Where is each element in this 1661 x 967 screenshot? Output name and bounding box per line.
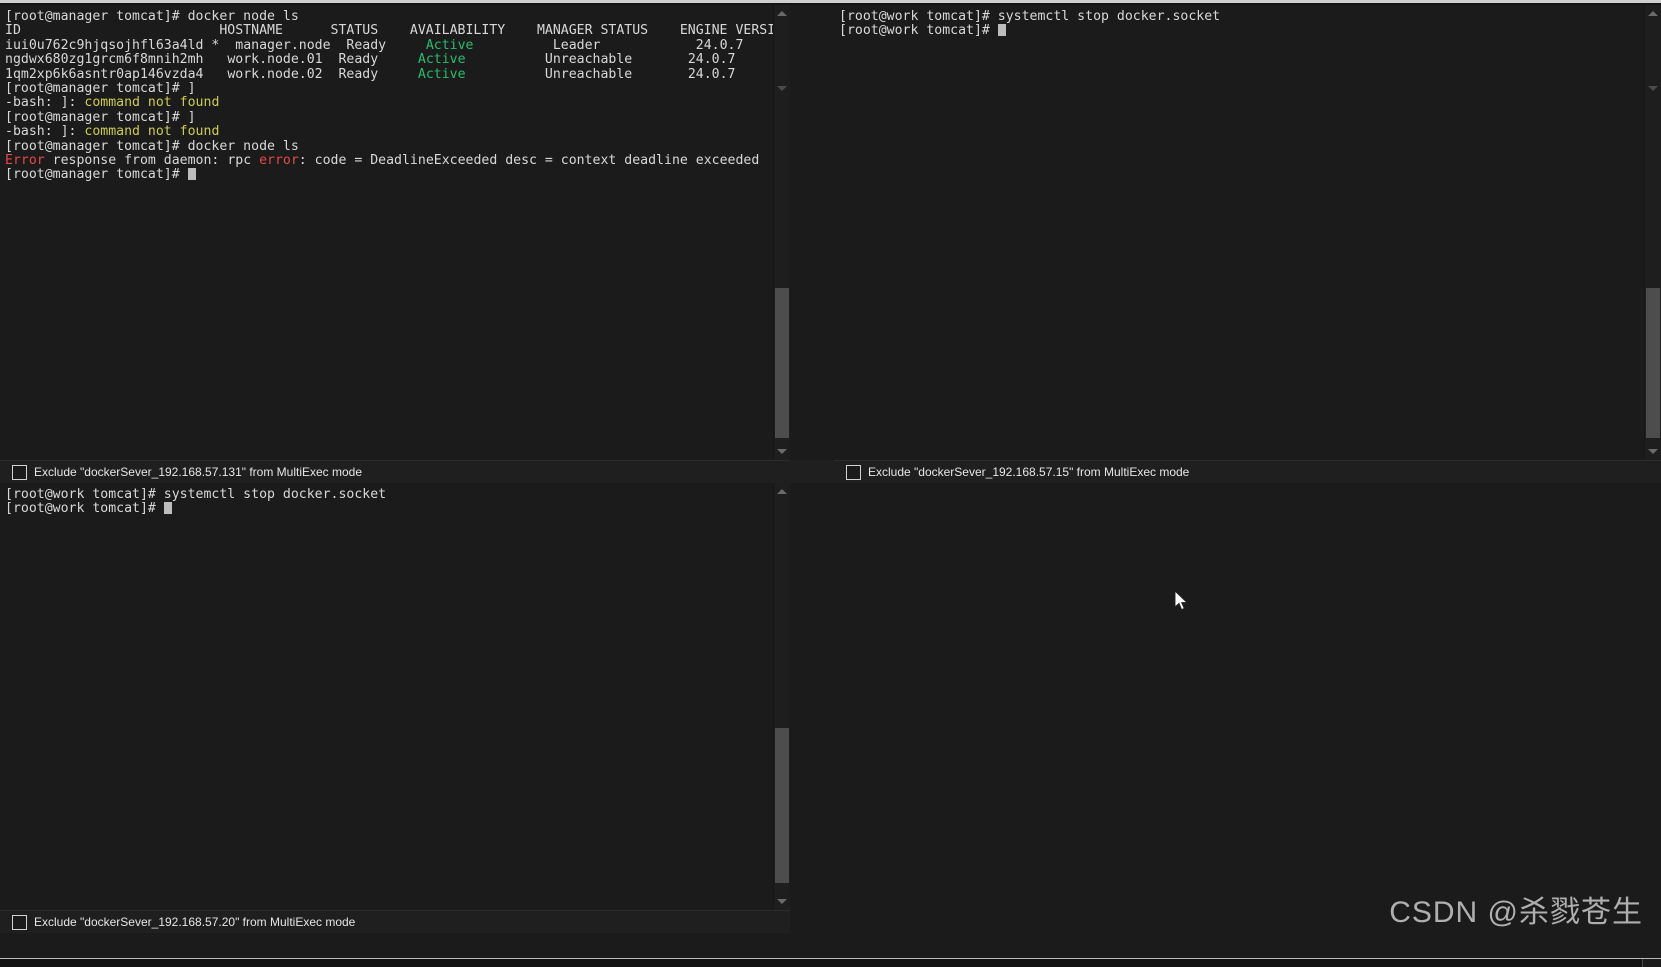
scroll-down-arrow-icon[interactable] bbox=[1645, 443, 1661, 460]
terminal-text: [root@work tomcat]# bbox=[839, 23, 998, 39]
scroll-down-arrow-icon[interactable] bbox=[774, 443, 790, 460]
terminal-line: -bash: ]: command not found bbox=[5, 96, 773, 110]
exclude-label: Exclude "dockerSever_192.168.57.15" from… bbox=[868, 465, 1190, 479]
terminal-line: ID HOSTNAME STATUS AVAILABILITY MANAGER … bbox=[5, 24, 773, 38]
csdn-watermark: CSDN @杀戮苍生 bbox=[1389, 896, 1643, 929]
terminal-line: ngdwx680zg1grcm6f8mnih2mh work.node.01 R… bbox=[5, 52, 773, 68]
terminal-multiplexer-window: [root@manager tomcat]# docker node ls ID … bbox=[0, 0, 1661, 967]
terminal-output-bottom-left[interactable]: [root@work tomcat]# systemctl stop docke… bbox=[0, 483, 773, 910]
terminal-line: [root@work tomcat]# systemctl stop docke… bbox=[839, 9, 1644, 24]
terminal-text: work.node.02 Ready bbox=[219, 66, 418, 82]
terminal-cursor bbox=[997, 24, 1006, 37]
terminal-output-top-left[interactable]: [root@manager tomcat]# docker node ls ID … bbox=[0, 5, 773, 460]
terminal-line: [root@work tomcat]# bbox=[5, 502, 773, 516]
terminal-text: ID HOSTNAME STATUS AVAILABILITY MANAGER … bbox=[5, 23, 773, 39]
terminal-line: [root@manager tomcat]# ] bbox=[5, 109, 773, 125]
terminal-text: 1qm2xp6k6asntr0ap146vzda4 bbox=[5, 66, 220, 82]
terminal-text: work.node.01 Ready bbox=[219, 52, 418, 68]
terminal-line: [root@manager tomcat]# ] bbox=[5, 80, 773, 96]
exclude-multiexec-row-bottom-left[interactable]: Exclude "dockerSever_192.168.57.20" from… bbox=[0, 910, 790, 933]
terminal-text: [root@manager tomcat]# docker node ls bbox=[5, 138, 299, 154]
terminal-line: [root@manager tomcat]# bbox=[5, 168, 773, 182]
exclude-bar-gap bbox=[790, 460, 834, 483]
terminal-text: [root@manager tomcat]# ] bbox=[5, 109, 196, 125]
scrollbar-thumb[interactable] bbox=[775, 728, 789, 883]
scroll-up-arrow-icon[interactable] bbox=[774, 483, 790, 500]
scrollbar-bottom-left[interactable] bbox=[773, 483, 790, 910]
terminal-text: -bash: ]: bbox=[5, 95, 85, 111]
terminal-line: [root@manager tomcat]# docker node ls bbox=[5, 138, 773, 154]
scroll-down-arrow-icon[interactable] bbox=[774, 893, 790, 910]
terminal-text: Unreachable 24.0.7 bbox=[465, 66, 736, 82]
scrollbar-top-right[interactable] bbox=[1644, 5, 1661, 460]
terminal-text: manager.node Ready bbox=[219, 37, 426, 53]
terminal-line: [root@work tomcat]# bbox=[839, 24, 1644, 38]
terminal-line: [root@work tomcat]# systemctl stop docke… bbox=[5, 487, 773, 502]
pane-top-right: [root@work tomcat]# systemctl stop docke… bbox=[834, 5, 1661, 460]
exclude-label: Exclude "dockerSever_192.168.57.20" from… bbox=[34, 915, 356, 929]
terminal-line: 1qm2xp6k6asntr0ap146vzda4 work.node.02 R… bbox=[5, 66, 773, 82]
window-bottom-strip bbox=[0, 958, 1661, 967]
pane-bottom-left: [root@work tomcat]# systemctl stop docke… bbox=[0, 483, 790, 910]
window-bottom-strip-corner bbox=[1642, 959, 1661, 967]
terminal-text: Unreachable 24.0.7 bbox=[465, 52, 736, 68]
terminal-line: [root@manager tomcat]# docker node ls bbox=[5, 9, 773, 24]
terminal-line: -bash: ]: command not found bbox=[5, 124, 773, 140]
terminal-cursor bbox=[187, 168, 196, 181]
terminal-text: [root@work tomcat]# bbox=[5, 501, 164, 517]
scrollbar-thumb[interactable] bbox=[1646, 288, 1660, 438]
terminal-text: Active bbox=[417, 66, 466, 82]
exclude-label: Exclude "dockerSever_192.168.57.131" fro… bbox=[34, 465, 363, 479]
scroll-up-arrow-icon[interactable] bbox=[774, 5, 790, 22]
terminal-cursor bbox=[163, 502, 172, 515]
terminal-text: Leader 24.0.7 bbox=[473, 37, 744, 53]
pane-vertical-divider-top bbox=[790, 5, 834, 460]
terminal-output-bottom-right[interactable] bbox=[834, 483, 1661, 910]
terminal-text: response from daemon: rpc bbox=[44, 152, 260, 168]
terminal-text: Error bbox=[5, 152, 45, 168]
scroll-down-arrow-icon[interactable] bbox=[774, 83, 790, 93]
scrollbar-thumb[interactable] bbox=[775, 288, 789, 438]
terminal-line: Error response from daemon: rpc error: c… bbox=[5, 152, 773, 168]
scroll-down-arrow-icon[interactable] bbox=[1645, 83, 1661, 93]
exclude-multiexec-row-top-right[interactable]: Exclude "dockerSever_192.168.57.15" from… bbox=[834, 460, 1661, 483]
terminal-text: Active bbox=[417, 52, 466, 68]
pane-top-left: [root@manager tomcat]# docker node ls ID … bbox=[0, 5, 790, 460]
terminal-text: [root@manager tomcat]# ] bbox=[5, 80, 196, 96]
terminal-text: -bash: ]: bbox=[5, 124, 85, 140]
terminal-text: ngdwx680zg1grcm6f8mnih2mh bbox=[5, 52, 220, 68]
pane-bottom-right[interactable] bbox=[834, 483, 1661, 910]
scrollbar-top-left[interactable] bbox=[773, 5, 790, 460]
pane-vertical-divider-bottom bbox=[790, 483, 834, 910]
terminal-output-top-right[interactable]: [root@work tomcat]# systemctl stop docke… bbox=[834, 5, 1644, 460]
exclude-multiexec-row-top-left[interactable]: Exclude "dockerSever_192.168.57.131" fro… bbox=[0, 460, 790, 483]
terminal-text: iui0u762c9hjqsojhfl63a4ld * bbox=[5, 37, 220, 53]
exclude-checkbox[interactable] bbox=[12, 464, 27, 480]
exclude-checkbox[interactable] bbox=[846, 464, 861, 480]
terminal-text: [root@manager tomcat]# docker node ls bbox=[5, 9, 299, 24]
terminal-text: error bbox=[259, 152, 299, 168]
terminal-text: [root@manager tomcat]# bbox=[5, 167, 188, 183]
exclude-checkbox[interactable] bbox=[12, 914, 27, 930]
terminal-text: [root@work tomcat]# systemctl stop docke… bbox=[839, 9, 1221, 24]
terminal-text: Active bbox=[425, 37, 474, 53]
terminal-text: [root@work tomcat]# systemctl stop docke… bbox=[5, 487, 387, 502]
scroll-up-arrow-icon[interactable] bbox=[1645, 5, 1661, 22]
terminal-text: command not found bbox=[84, 124, 220, 140]
terminal-text: command not found bbox=[84, 95, 220, 111]
terminal-line: iui0u762c9hjqsojhfl63a4ld * manager.node… bbox=[5, 37, 773, 53]
terminal-text: : code = DeadlineExceeded desc = context… bbox=[298, 152, 760, 168]
